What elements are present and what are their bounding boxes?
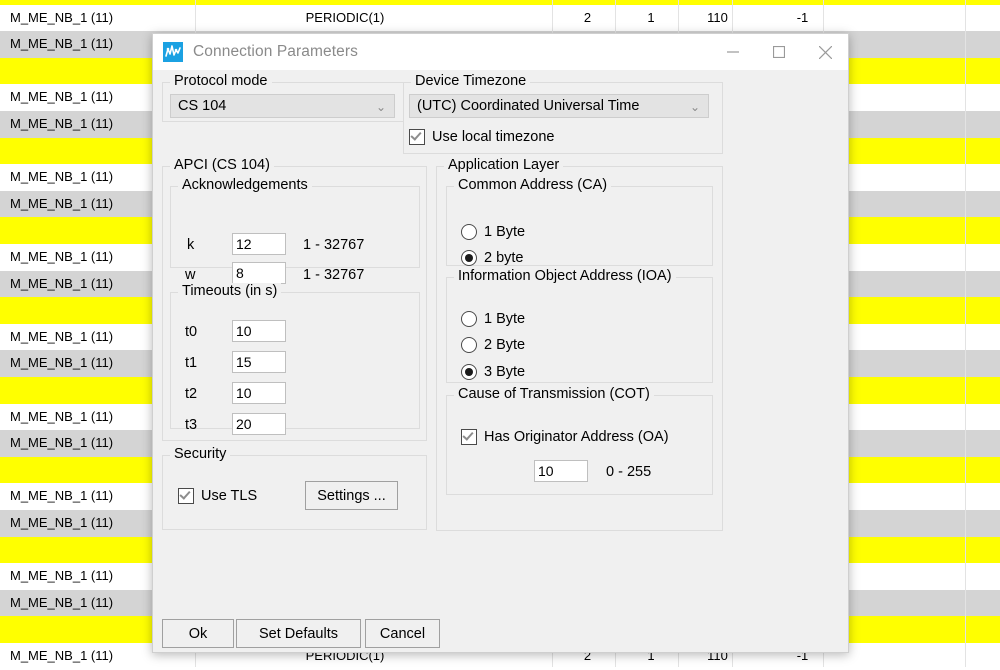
ioa-legend: Information Object Address (IOA) (454, 268, 676, 284)
has-originator-address-label: Has Originator Address (OA) (484, 429, 669, 445)
ioa-option-1-byte[interactable]: 1 Byte (461, 311, 525, 327)
ack-w-input[interactable] (232, 262, 286, 284)
checkmark-icon (409, 129, 425, 145)
cancel-button[interactable]: Cancel (365, 619, 440, 648)
radio-icon (461, 224, 477, 240)
tls-settings-label: Settings ... (317, 488, 386, 504)
tls-settings-button[interactable]: Settings ... (305, 481, 398, 510)
device-timezone-select[interactable]: (UTC) Coordinated Universal Time ⌄ (409, 94, 709, 118)
checkmark-icon (461, 429, 477, 445)
window-controls[interactable] (710, 34, 848, 70)
table-row[interactable]: M_ME_NB_1 (11)PERIODIC(1) 21 110 -1 (0, 5, 1000, 32)
radio-selected-icon (461, 250, 477, 266)
dialog-title: Connection Parameters (193, 43, 358, 61)
oa-value-input[interactable] (534, 460, 588, 482)
chevron-down-icon: ⌄ (690, 96, 700, 118)
set-defaults-label: Set Defaults (259, 626, 338, 642)
use-tls-checkbox[interactable]: Use TLS (178, 488, 257, 504)
oa-range-label: 0 - 255 (606, 464, 651, 480)
radio-selected-icon (461, 364, 477, 380)
dialog-titlebar[interactable]: Connection Parameters (153, 34, 848, 70)
chevron-down-icon: ⌄ (376, 96, 386, 118)
protocol-mode-select[interactable]: CS 104 ⌄ (170, 94, 395, 118)
dialog-body: Protocol mode CS 104 ⌄ Device Timezone (… (153, 70, 848, 653)
ack-k-range: 1 - 32767 (303, 237, 364, 253)
ioa-option-1-byte-label: 1 Byte (484, 311, 525, 327)
table-cell: M_ME_NB_1 (11) (10, 5, 195, 32)
ioa-option-3-byte-label: 3 Byte (484, 364, 525, 380)
timeouts-legend: Timeouts (in s) (178, 283, 281, 299)
ioa-option-2-byte[interactable]: 2 Byte (461, 337, 525, 353)
application-layer-legend: Application Layer (444, 157, 563, 173)
timeout-t0-label: t0 (185, 324, 197, 340)
timeout-t2-label: t2 (185, 386, 197, 402)
table-cell: -1 (775, 5, 830, 32)
protocol-mode-legend: Protocol mode (170, 73, 272, 89)
cancel-label: Cancel (380, 626, 425, 642)
ca-option-1-byte[interactable]: 1 Byte (461, 224, 525, 240)
device-timezone-value: (UTC) Coordinated Universal Time (417, 98, 639, 114)
timeouts-group: Timeouts (in s) (170, 292, 420, 429)
column-separator[interactable] (965, 0, 966, 667)
ioa-option-2-byte-label: 2 Byte (484, 337, 525, 353)
ca-option-2-byte[interactable]: 2 byte (461, 250, 524, 266)
radio-icon (461, 337, 477, 353)
timeout-t3-input[interactable] (232, 413, 286, 435)
device-timezone-legend: Device Timezone (411, 73, 530, 89)
timeout-t2-input[interactable] (232, 382, 286, 404)
acknowledgements-legend: Acknowledgements (178, 177, 312, 193)
ioa-option-3-byte[interactable]: 3 Byte (461, 364, 525, 380)
table-cell: 2 (560, 5, 615, 32)
timeout-t3-label: t3 (185, 417, 197, 433)
maximize-icon[interactable] (756, 34, 802, 70)
ack-k-label: k (187, 237, 194, 253)
security-legend: Security (170, 446, 230, 462)
ca-option-2-byte-label: 2 byte (484, 250, 524, 266)
timeout-t0-input[interactable] (232, 320, 286, 342)
timeout-t1-label: t1 (185, 355, 197, 371)
use-tls-label: Use TLS (201, 488, 257, 504)
apci-legend: APCI (CS 104) (170, 157, 274, 173)
use-local-timezone-label: Use local timezone (432, 129, 555, 145)
protocol-mode-value: CS 104 (178, 98, 226, 114)
ca-option-1-byte-label: 1 Byte (484, 224, 525, 240)
radio-icon (461, 311, 477, 327)
table-cell: 110 (690, 5, 745, 32)
signal-waveform-icon (163, 42, 183, 62)
use-local-timezone-checkbox[interactable]: Use local timezone (409, 129, 555, 145)
common-address-legend: Common Address (CA) (454, 177, 611, 193)
table-cell: 1 (625, 5, 677, 32)
ok-label: Ok (189, 626, 208, 642)
has-originator-address-checkbox[interactable]: Has Originator Address (OA) (461, 429, 669, 445)
set-defaults-button[interactable]: Set Defaults (236, 619, 361, 648)
ack-w-label: w (185, 267, 195, 283)
connection-parameters-dialog[interactable]: Connection Parameters Protocol mode CS 1… (152, 33, 849, 653)
close-icon[interactable] (802, 34, 848, 70)
cot-legend: Cause of Transmission (COT) (454, 386, 654, 402)
timeout-t1-input[interactable] (232, 351, 286, 373)
checkmark-icon (178, 488, 194, 504)
ack-w-range: 1 - 32767 (303, 267, 364, 283)
minimize-icon[interactable] (710, 34, 756, 70)
ack-k-input[interactable] (232, 233, 286, 255)
table-cell: PERIODIC(1) (200, 5, 490, 32)
ok-button[interactable]: Ok (162, 619, 234, 648)
acknowledgements-group: Acknowledgements (170, 186, 420, 268)
